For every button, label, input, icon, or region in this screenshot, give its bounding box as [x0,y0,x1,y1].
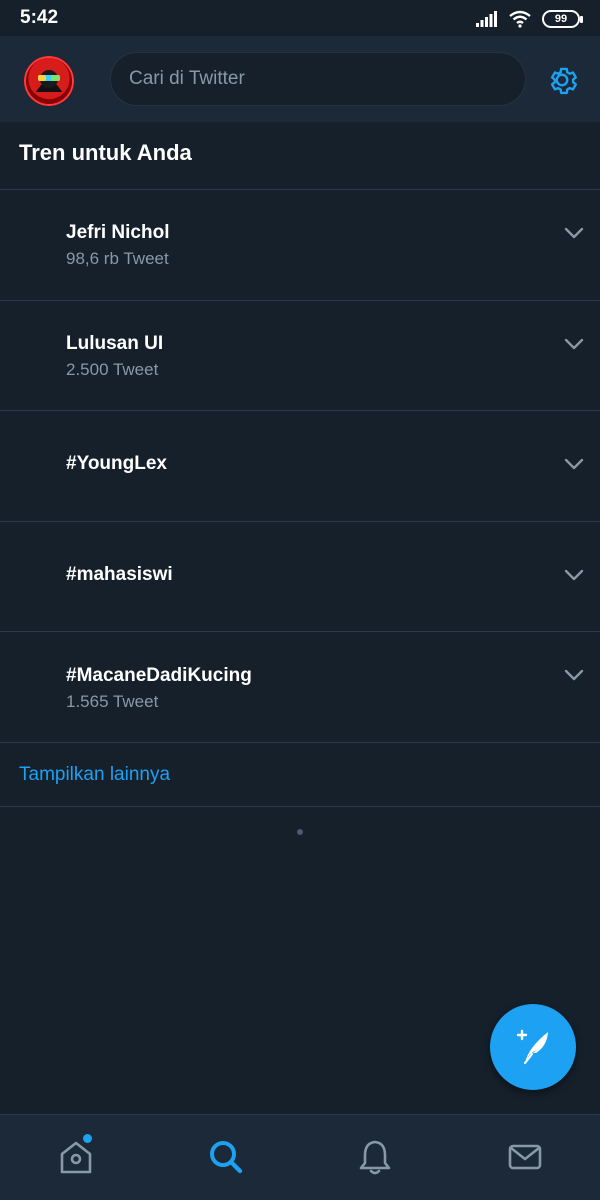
settings-button[interactable] [544,62,580,98]
chevron-down-icon[interactable] [563,457,585,471]
trend-name: Lulusan UI [66,333,164,354]
chevron-down-icon[interactable] [563,568,585,582]
trend-name: #mahasiswi [66,564,173,585]
compose-feather-icon [516,1029,548,1065]
trend-name: #YoungLex [66,453,167,474]
battery-level: 99 [554,13,568,25]
chevron-down-icon[interactable] [563,337,585,351]
section-title: Tren untuk Anda [19,140,192,165]
show-more-link[interactable]: Tampilkan lainnya [19,764,170,786]
search-box[interactable] [110,52,526,106]
mail-icon [508,1144,542,1170]
trend-tweet-count: 1.565 Tweet [66,692,159,711]
nav-messages[interactable] [505,1137,545,1177]
status-time: 5:42 [20,7,59,28]
nav-notifications[interactable] [355,1137,395,1177]
bottom-navigation [0,1114,600,1200]
status-icons: 99 [476,8,583,30]
chevron-down-icon[interactable] [563,668,585,682]
trend-item[interactable]: Jefri Nichol 98,6 rb Tweet [0,190,600,300]
gear-icon [550,67,577,95]
bell-icon [359,1140,391,1175]
home-notification-dot [83,1134,92,1143]
trend-item[interactable]: #mahasiswi [0,522,600,632]
divider [0,742,600,743]
chevron-down-icon[interactable] [563,226,585,240]
status-bar: 5:42 99 [0,0,600,36]
divider [0,806,600,807]
battery-indicator: 99 [542,10,583,28]
search-icon [210,1141,243,1174]
trend-name: Jefri Nichol [66,222,170,243]
wifi-icon [509,10,531,28]
nav-search[interactable] [206,1137,246,1177]
trend-item[interactable]: #MacaneDadiKucing 1.565 Tweet [0,632,600,742]
signal-icon [476,11,497,27]
compose-tweet-button[interactable] [490,1004,576,1090]
top-bar [0,36,600,122]
search-input[interactable] [129,68,525,90]
trend-name: #MacaneDadiKucing [66,665,252,686]
home-icon [60,1141,92,1174]
trend-tweet-count: 98,6 rb Tweet [66,249,169,268]
trend-item[interactable]: Lulusan UI 2.500 Tweet [0,301,600,411]
avatar-image [24,56,74,106]
nav-home[interactable] [56,1137,96,1177]
trend-item[interactable]: #YoungLex [0,411,600,521]
loading-indicator [297,829,303,835]
profile-avatar[interactable] [24,56,74,106]
trend-tweet-count: 2.500 Tweet [66,360,159,379]
